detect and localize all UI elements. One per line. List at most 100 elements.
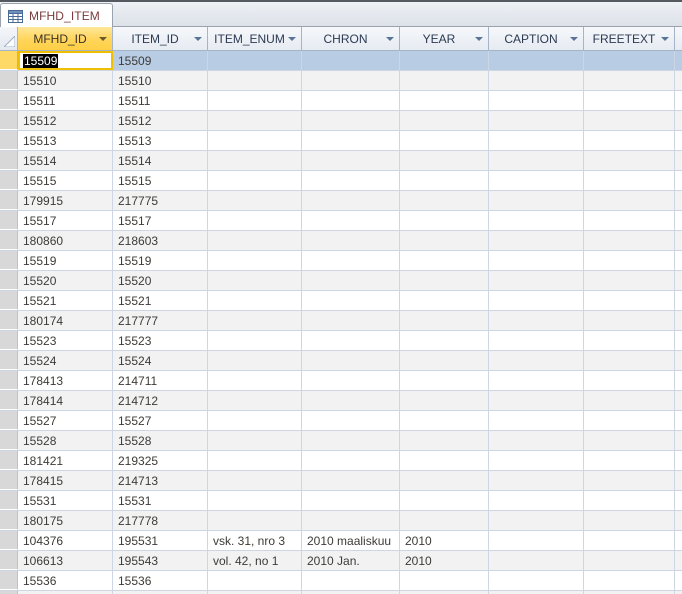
cell-item_id[interactable]: 15515 <box>113 171 208 190</box>
cell-item_id[interactable]: 214712 <box>113 391 208 410</box>
cell-item_enum[interactable] <box>208 111 302 130</box>
cell-year[interactable] <box>400 411 489 430</box>
cell-item_id[interactable]: 15517 <box>113 211 208 230</box>
cell-item_enum[interactable] <box>208 171 302 190</box>
cell-year[interactable] <box>400 331 489 350</box>
cell-caption[interactable] <box>489 451 584 470</box>
cell-chron[interactable] <box>302 571 400 590</box>
cell-year[interactable] <box>400 51 489 70</box>
cell-mfhd_id[interactable]: 15517 <box>18 211 113 230</box>
cell-chron[interactable] <box>302 371 400 390</box>
table-row[interactable]: 178413 214711 <box>0 371 682 391</box>
cell-freetext[interactable] <box>584 351 675 370</box>
cell-item_enum[interactable] <box>208 91 302 110</box>
cell-mfhd_id[interactable]: 181421 <box>18 451 113 470</box>
datasheet-rows[interactable]: 15509 15509 15510 15510 15511 15511 15512 15512… <box>0 51 682 594</box>
table-row[interactable]: 104376 195531 vsk. 31, nro 3 2010 maaliskuu… <box>0 531 682 551</box>
table-row[interactable]: 15523 15523 <box>0 331 682 351</box>
cell-mfhd_id[interactable]: 104376 <box>18 531 113 550</box>
row-selector[interactable] <box>0 131 18 150</box>
cell-item_enum[interactable] <box>208 411 302 430</box>
cell-item_enum[interactable] <box>208 431 302 450</box>
row-selector[interactable] <box>0 291 18 310</box>
table-row[interactable]: 180174 217777 <box>0 311 682 331</box>
table-row[interactable]: 15511 15511 <box>0 91 682 111</box>
chevron-down-icon[interactable] <box>288 36 296 41</box>
select-all-corner-icon[interactable] <box>0 27 18 50</box>
cell-item_enum[interactable] <box>208 191 302 210</box>
column-header-item_id[interactable]: ITEM_ID <box>113 27 208 50</box>
cell-mfhd_id[interactable]: 15514 <box>18 151 113 170</box>
cell-item_enum[interactable] <box>208 571 302 590</box>
cell-freetext[interactable] <box>584 91 675 110</box>
cell-year[interactable] <box>400 471 489 490</box>
cell-year[interactable]: 2010 <box>400 531 489 550</box>
cell-caption[interactable] <box>489 411 584 430</box>
cell-chron[interactable] <box>302 431 400 450</box>
cell-item_enum[interactable] <box>208 251 302 270</box>
row-selector[interactable] <box>0 151 18 170</box>
column-header-mfhd_id[interactable]: MFHD_ID <box>18 27 113 50</box>
row-selector[interactable] <box>0 491 18 510</box>
cell-chron[interactable] <box>302 311 400 330</box>
cell-mfhd_id[interactable]: 180175 <box>18 511 113 530</box>
cell-caption[interactable] <box>489 231 584 250</box>
cell-chron[interactable] <box>302 111 400 130</box>
row-selector[interactable] <box>0 551 18 570</box>
column-header-item_enum[interactable]: ITEM_ENUM <box>208 27 302 50</box>
cell-chron[interactable] <box>302 171 400 190</box>
column-header-chron[interactable]: CHRON <box>302 27 400 50</box>
cell-year[interactable] <box>400 131 489 150</box>
cell-year[interactable] <box>400 311 489 330</box>
cell-item_id[interactable]: 195531 <box>113 531 208 550</box>
cell-chron[interactable] <box>302 191 400 210</box>
cell-freetext[interactable] <box>584 451 675 470</box>
cell-mfhd_id[interactable]: 15521 <box>18 291 113 310</box>
cell-mfhd_id[interactable]: 15523 <box>18 331 113 350</box>
row-selector[interactable] <box>0 171 18 190</box>
cell-year[interactable] <box>400 271 489 290</box>
cell-freetext[interactable] <box>584 231 675 250</box>
cell-mfhd_id[interactable]: 15531 <box>18 491 113 510</box>
cell-item_enum[interactable] <box>208 151 302 170</box>
table-row[interactable]: 15524 15524 <box>0 351 682 371</box>
datasheet-grid[interactable]: MFHD_ID ITEM_ID ITEM_ENUM CHRON YEAR CAPTION F… <box>0 27 682 594</box>
cell-item_id[interactable]: 15514 <box>113 151 208 170</box>
cell-caption[interactable] <box>489 331 584 350</box>
table-row[interactable]: 15510 15510 <box>0 71 682 91</box>
cell-year[interactable] <box>400 291 489 310</box>
cell-item_id[interactable]: 217777 <box>113 311 208 330</box>
cell-item_id[interactable]: 15521 <box>113 291 208 310</box>
cell-chron[interactable] <box>302 391 400 410</box>
cell-mfhd_id[interactable]: 15512 <box>18 111 113 130</box>
table-row[interactable]: 15515 15515 <box>0 171 682 191</box>
row-selector[interactable] <box>0 431 18 450</box>
chevron-down-icon[interactable] <box>661 36 669 41</box>
cell-chron[interactable] <box>302 291 400 310</box>
cell-year[interactable] <box>400 511 489 530</box>
cell-mfhd_id[interactable]: 15520 <box>18 271 113 290</box>
cell-year[interactable] <box>400 431 489 450</box>
row-selector[interactable] <box>0 91 18 110</box>
cell-caption[interactable] <box>489 551 584 570</box>
cell-mfhd_id[interactable]: 178414 <box>18 391 113 410</box>
cell-year[interactable] <box>400 171 489 190</box>
cell-item_id[interactable]: 214711 <box>113 371 208 390</box>
cell-item_enum[interactable] <box>208 451 302 470</box>
cell-freetext[interactable] <box>584 551 675 570</box>
row-selector[interactable] <box>0 451 18 470</box>
cell-mfhd_id[interactable]: 15510 <box>18 71 113 90</box>
cell-item_enum[interactable] <box>208 311 302 330</box>
cell-caption[interactable] <box>489 351 584 370</box>
cell-caption[interactable] <box>489 291 584 310</box>
cell-chron[interactable]: 2010 Jan. <box>302 551 400 570</box>
cell-chron[interactable] <box>302 91 400 110</box>
row-selector[interactable] <box>0 531 18 550</box>
cell-mfhd_id[interactable]: 15527 <box>18 411 113 430</box>
cell-caption[interactable] <box>489 391 584 410</box>
cell-mfhd_id[interactable]: 15528 <box>18 431 113 450</box>
cell-year[interactable] <box>400 91 489 110</box>
row-selector[interactable] <box>0 371 18 390</box>
cell-freetext[interactable] <box>584 171 675 190</box>
cell-year[interactable] <box>400 391 489 410</box>
